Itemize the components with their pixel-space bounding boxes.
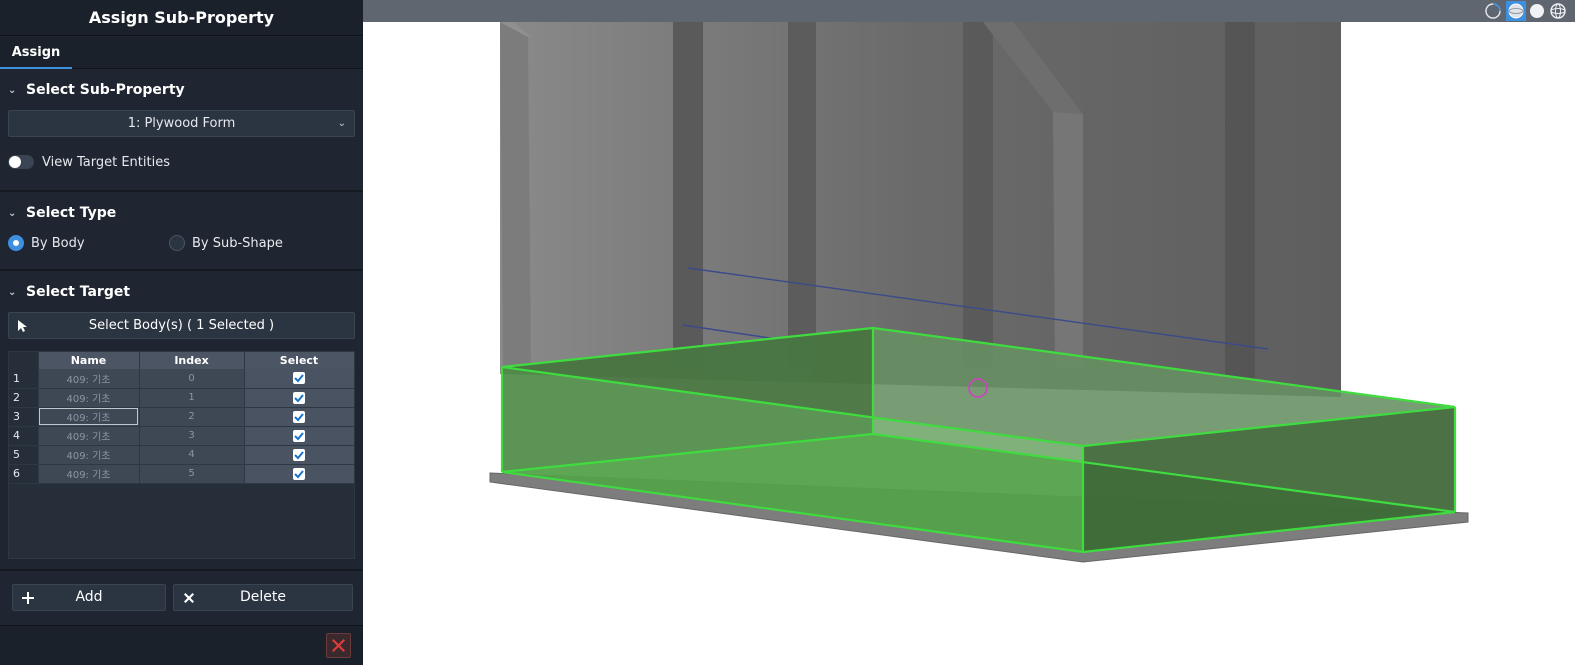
brace [1053,112,1083,367]
chevron-down-icon: ⌄ [8,207,17,219]
checkbox-checked-icon[interactable] [293,467,305,480]
plus-icon [22,592,34,604]
cell-index[interactable]: 2 [139,407,245,427]
wire-sphere-icon[interactable] [1548,1,1568,21]
chevron-down-icon: ⌄ [337,118,346,129]
panel-title: Assign Sub-Property [0,0,363,36]
select-bodies-label: Select Body(s) ( 1 Selected ) [88,318,275,333]
add-label: Add [75,589,103,605]
section-select-target: ⌄ Select Target Select Body(s) ( 1 Selec… [0,272,363,571]
section-title: Select Target [26,284,131,300]
column-header-name[interactable]: Name [38,352,140,369]
cell-name[interactable]: 409: 기초 [38,388,140,408]
radio-label: By Sub-Shape [192,235,283,251]
table-row[interactable]: 2 409: 기초 1 [9,388,354,408]
radio-label: By Body [31,235,85,251]
cell-index[interactable]: 1 [139,388,245,408]
cell-name[interactable]: 409: 기초 [38,369,140,389]
toggle-knob [9,156,21,168]
cell-name[interactable]: 409: 기초 [38,407,140,427]
delete-label: Delete [240,589,286,605]
row-number: 1 [9,369,39,389]
target-table: Name Index Select 1 409: 기초 0 2 409: 기초 1 3 409… [8,351,355,559]
section-header-select-type[interactable]: ⌄ Select Type [8,203,116,223]
checkbox-checked-icon[interactable] [293,372,305,385]
radio-by-body[interactable]: By Body [8,235,85,251]
solid-sphere-icon[interactable] [1527,1,1547,21]
3d-viewport[interactable] [363,0,1575,665]
cell-select[interactable] [244,445,354,465]
checkbox-checked-icon[interactable] [293,410,305,423]
checkbox-checked-icon[interactable] [293,429,305,442]
column [673,22,703,367]
column [788,22,816,367]
tab-assign[interactable]: Assign [0,37,72,69]
toggle-label: View Target Entities [42,154,170,170]
close-button[interactable] [326,633,351,658]
assign-sub-property-panel: Assign Sub-Property Assign ⌄ Select Sub-… [0,0,363,665]
table-row[interactable]: 3 409: 기초 2 [9,407,354,427]
cell-select[interactable] [244,464,354,484]
radio-button-checked[interactable] [8,235,24,251]
cell-index[interactable]: 5 [139,464,245,484]
radio-button-unchecked[interactable] [169,235,185,251]
row-number: 6 [9,464,39,484]
view-target-entities-toggle[interactable] [8,155,34,169]
cell-name[interactable]: 409: 기초 [38,464,140,484]
table-row[interactable]: 5 409: 기초 4 [9,445,354,465]
section-title: Select Sub-Property [26,82,185,98]
tab-bar: Assign [0,37,363,69]
chevron-down-icon: ⌄ [8,286,17,298]
cell-index[interactable]: 0 [139,369,245,389]
sub-property-dropdown[interactable]: 1: Plywood Form ⌄ [8,110,355,137]
rotate-icon[interactable] [1483,1,1503,21]
x-icon [184,593,194,603]
panel-footer [0,625,363,665]
close-icon [332,639,345,652]
table-row[interactable]: 1 409: 기초 0 [9,369,354,389]
table-row[interactable]: 4 409: 기초 3 [9,426,354,446]
section-title: Select Type [26,205,117,221]
column [1225,22,1255,382]
model-scene[interactable] [363,22,1575,665]
row-number: 5 [9,445,39,465]
section-select-type: ⌄ Select Type By Body By Sub-Shape [0,193,363,271]
checkbox-checked-icon[interactable] [293,448,305,461]
cell-select[interactable] [244,388,354,408]
shaded-sphere-icon[interactable] [1506,1,1526,21]
row-number: 2 [9,388,39,408]
chevron-down-icon: ⌄ [8,84,17,96]
column [963,22,993,367]
table-row[interactable]: 6 409: 기초 5 [9,464,354,484]
delete-button[interactable]: Delete [173,584,353,611]
select-bodies-button[interactable]: Select Body(s) ( 1 Selected ) [8,312,355,339]
brace [500,22,531,367]
row-number: 3 [9,407,39,427]
cell-select[interactable] [244,407,354,427]
row-number: 4 [9,426,39,446]
view-target-entities-row: View Target Entities [8,152,170,172]
dropdown-value: 1: Plywood Form [127,116,236,131]
section-select-sub-property: ⌄ Select Sub-Property 1: Plywood Form ⌄ … [0,70,363,192]
cell-index[interactable]: 3 [139,426,245,446]
cell-select[interactable] [244,426,354,446]
radio-by-sub-shape[interactable]: By Sub-Shape [169,235,283,251]
column-header-index[interactable]: Index [139,352,245,369]
column-header-select[interactable]: Select [244,352,354,369]
view-toolbar [363,0,1575,22]
add-button[interactable]: Add [12,584,166,611]
checkbox-checked-icon[interactable] [293,391,305,404]
cursor-arrow-icon [18,320,27,332]
row-number-header [9,352,39,369]
section-header-select-target[interactable]: ⌄ Select Target [8,282,130,302]
cell-name[interactable]: 409: 기초 [38,426,140,446]
cell-index[interactable]: 4 [139,445,245,465]
cell-select[interactable] [244,369,354,389]
cell-name[interactable]: 409: 기초 [38,445,140,465]
section-header-sub-property[interactable]: ⌄ Select Sub-Property [8,80,185,100]
